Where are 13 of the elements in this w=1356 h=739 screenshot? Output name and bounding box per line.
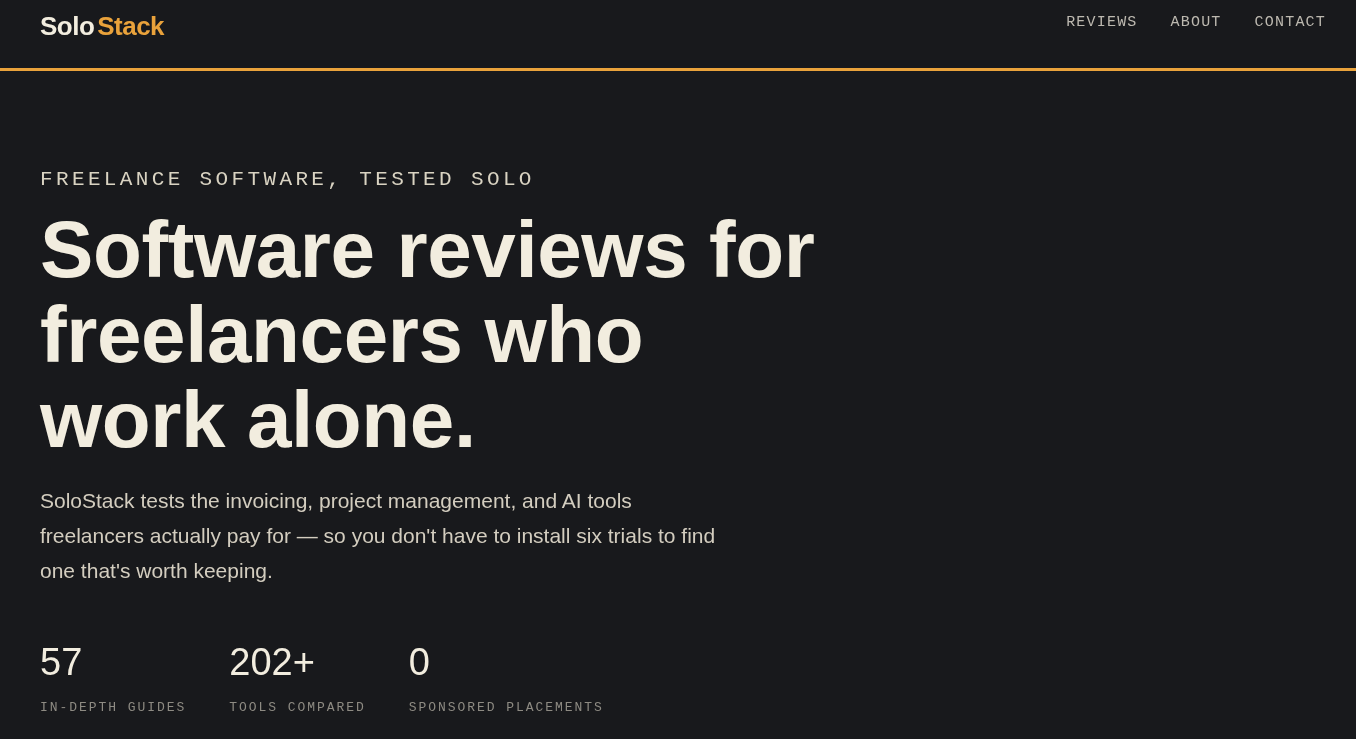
stat-label: TOOLS COMPARED bbox=[229, 699, 366, 717]
stat-label: SPONSORED PLACEMENTS bbox=[408, 699, 604, 717]
nav-link[interactable]: ABOUT bbox=[1170, 12, 1222, 34]
stat-value: 0 bbox=[408, 640, 430, 684]
logo[interactable]: SoloStack bbox=[40, 12, 165, 40]
hero-heading: Software reviews for freelancers who work alone. bbox=[40, 207, 816, 462]
hero-description: SoloStack tests the invoicing, project management, and AI tools freelancers actually pay for — so you don't have to install six trials to find one that's worth keeping. bbox=[40, 488, 717, 584]
stat-label: IN-DEPTH GUIDES bbox=[40, 699, 187, 717]
eyebrow-text: FREELANCE SOFTWARE, TESTED SOLO bbox=[40, 167, 535, 193]
nav-link[interactable]: CONTACT bbox=[1254, 12, 1326, 34]
stat-value: 202+ bbox=[229, 640, 315, 684]
nav-link[interactable]: REVIEWS bbox=[1066, 12, 1138, 34]
stat-value: 57 bbox=[40, 640, 83, 684]
